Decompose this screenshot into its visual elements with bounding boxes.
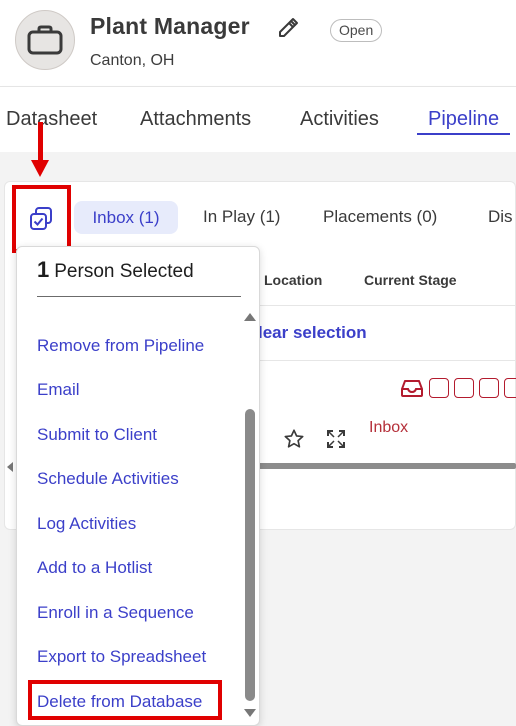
- tab-in-play[interactable]: In Play (1): [203, 207, 280, 227]
- stage-box[interactable]: [479, 378, 499, 398]
- menu-scroll-down-arrow[interactable]: [244, 709, 256, 717]
- record-tabs: Datasheet Attachments Activities Pipelin…: [0, 86, 516, 152]
- menu-item-remove-from-pipeline[interactable]: Remove from Pipeline: [37, 336, 204, 356]
- bulk-actions-menu: 1 Person Selected Remove from Pipeline Em…: [16, 246, 260, 726]
- inbox-tray-icon[interactable]: [400, 378, 424, 398]
- avatar: [15, 10, 75, 70]
- expand-icon[interactable]: [325, 428, 347, 450]
- menu-item-export-to-spreadsheet[interactable]: Export to Spreadsheet: [37, 647, 206, 667]
- stage-box[interactable]: [504, 378, 516, 398]
- clear-selection-link[interactable]: lear selection: [258, 323, 367, 343]
- tab-datasheet[interactable]: Datasheet: [6, 108, 97, 131]
- column-header-location[interactable]: Location: [264, 272, 322, 288]
- tab-dis[interactable]: Dis: [488, 207, 513, 227]
- menu-item-add-to-hotlist[interactable]: Add to a Hotlist: [37, 558, 152, 578]
- status-badge: Open: [330, 19, 383, 42]
- annotation-arrow-shaft: [38, 122, 43, 164]
- tab-pipeline[interactable]: Pipeline: [428, 108, 499, 131]
- menu-item-submit-to-client[interactable]: Submit to Client: [37, 425, 157, 445]
- annotation-box-delete: [28, 680, 222, 720]
- annotation-arrow-head: [31, 160, 49, 177]
- menu-item-schedule-activities[interactable]: Schedule Activities: [37, 469, 179, 489]
- tab-activities[interactable]: Activities: [300, 108, 379, 131]
- row-divider: [258, 360, 516, 361]
- selection-label: Person Selected: [54, 261, 194, 282]
- menu-item-log-activities[interactable]: Log Activities: [37, 514, 136, 534]
- menu-scrollbar-thumb[interactable]: [245, 409, 255, 701]
- annotation-box-action: [12, 185, 71, 253]
- current-stage-value: Inbox: [369, 419, 409, 436]
- tab-attachments[interactable]: Attachments: [140, 108, 251, 131]
- stage-box[interactable]: [429, 378, 449, 398]
- scroll-left-arrow[interactable]: [7, 462, 13, 472]
- page-title: Plant Manager: [90, 13, 250, 39]
- tab-inbox[interactable]: Inbox (1): [74, 201, 178, 234]
- stage-box[interactable]: [454, 378, 474, 398]
- column-header-current-stage[interactable]: Current Stage: [364, 272, 457, 288]
- menu-divider: [37, 296, 241, 297]
- selection-summary: 1 Person Selected: [37, 257, 194, 283]
- horizontal-scrollbar[interactable]: [258, 463, 516, 469]
- record-location: Canton, OH: [90, 52, 175, 69]
- menu-item-email[interactable]: Email: [37, 380, 80, 400]
- header-divider: [258, 305, 516, 306]
- star-icon[interactable]: [283, 428, 305, 450]
- pencil-icon[interactable]: [276, 16, 300, 40]
- selection-count: 1: [37, 257, 50, 282]
- record-header: Plant Manager Open Canton, OH: [0, 0, 516, 86]
- menu-scroll-up-arrow[interactable]: [244, 313, 256, 321]
- tab-placements[interactable]: Placements (0): [323, 207, 437, 227]
- active-tab-indicator: [417, 133, 510, 135]
- briefcase-icon: [27, 25, 63, 55]
- menu-item-enroll-in-sequence[interactable]: Enroll in a Sequence: [37, 603, 194, 623]
